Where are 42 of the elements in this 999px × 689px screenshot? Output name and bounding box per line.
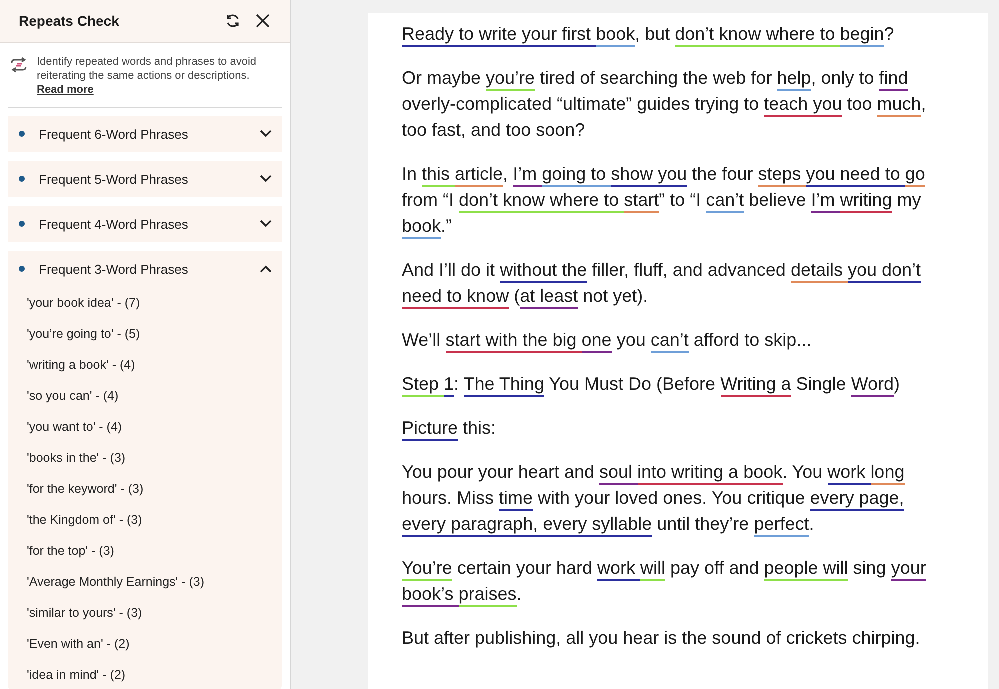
section-header[interactable]: Frequent 6-Word Phrases [8,116,282,152]
panel-title: Repeats Check [19,13,120,29]
description-text: Identify repeated words and phrases to avoid reiterating the same actions or descriptions. [37,55,258,83]
paragraph: Or maybe you’re tired of searching the web for help, only to find overly-complicated “ultimate” guides trying to teach you too much, too fast, and too soon? [402,67,928,142]
chevron-up-icon [260,265,272,273]
paragraph: You pour your heart and soul into writing a book. You work long hours. Miss time with your loved ones. You critique every page, every paragraph, every syllable until they’re perfect. [402,459,940,537]
chevron-down-icon [260,130,272,138]
bullet-dot [19,266,25,272]
phrase-item[interactable]: 'for the top' - (3) [8,535,282,566]
read-more-link[interactable]: Read more [37,83,94,97]
close-icon [256,14,270,28]
paragraph: Ready to write your first book, but don’t know where to begin? [402,21,940,47]
phrase-item[interactable]: 'Average Monthly Earnings' - (3) [8,566,282,597]
close-button[interactable] [254,12,272,30]
paragraph: And I’ll do it without the filler, fluff, and advanced details you don’t need to know (at least not yet). [402,257,940,309]
phrase-item[interactable]: 'writing a book' - (4) [8,349,282,380]
section-header[interactable]: Frequent 5-Word Phrases [8,161,282,197]
bullet-dot [19,131,25,137]
phrase-item[interactable]: 'the Kingdom of' - (3) [8,504,282,535]
section-header[interactable]: Frequent 4-Word Phrases [8,206,282,242]
paragraph: You’re certain your hard work will pay off and people will sing your book’s praises. [402,555,940,607]
phrase-item[interactable]: 'so you can' - (4) [8,380,282,411]
phrase-item[interactable]: 'you’re going to' - (5) [8,318,282,349]
repeat-arrows-icon [10,57,28,73]
phrase-item[interactable]: 'for the keyword' - (3) [8,473,282,504]
paragraph: In this article, I’m going to show you the four steps you need to go from “I don’t know where to start” to “I can’t believe I’m writing my book.” [402,161,940,239]
chevron-down-icon [260,175,272,183]
phrase-item[interactable]: 'you want to' - (4) [8,411,282,442]
phrase-item[interactable]: 'Even with an' - (2) [8,628,282,659]
phrase-item[interactable]: 'similar to yours' - (3) [8,597,282,628]
phrase-item[interactable]: 'books in the' - (3) [8,442,282,473]
bullet-dot [19,221,25,227]
phrase-item[interactable]: 'idea in mind' - (2) [8,659,282,689]
bullet-dot [19,176,25,182]
paragraph: Picture this: [402,415,940,441]
phrase-item[interactable]: 'your book idea' - (7) [8,287,282,318]
paragraph: But after publishing, all you hear is the sound of crickets chirping. [402,627,922,650]
chevron-down-icon [260,220,272,228]
refresh-button[interactable] [224,12,242,30]
paragraph: Step 1: The Thing You Must Do (Before Writing a Single Word) [402,371,940,397]
paragraph: We’ll start with the big one you can’t afford to skip... [402,327,940,353]
refresh-icon [225,13,241,29]
